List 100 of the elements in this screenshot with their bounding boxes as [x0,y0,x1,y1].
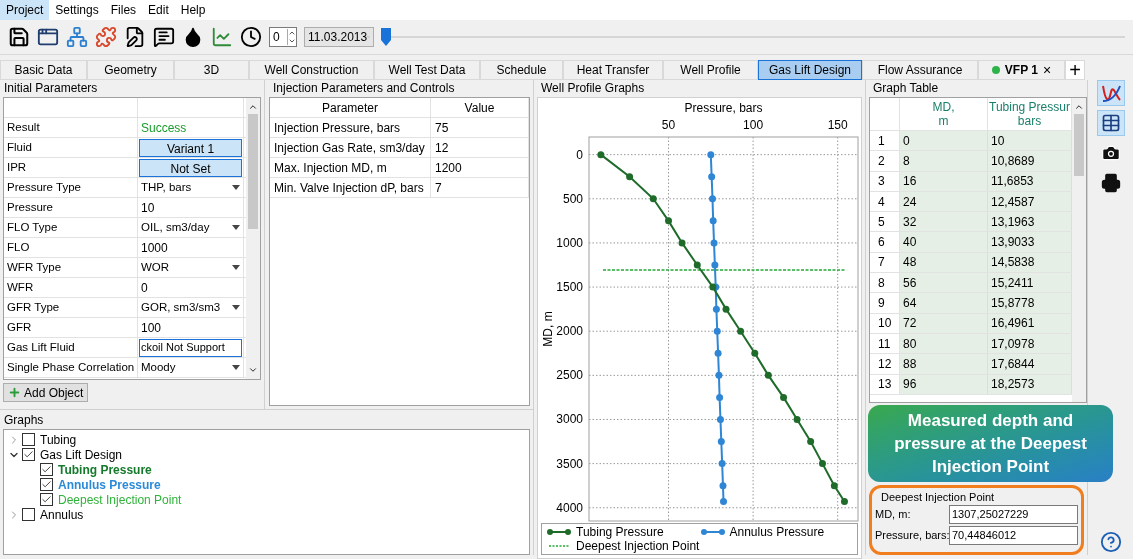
table-cell: 15,8778 [988,293,1072,313]
input-field[interactable]: ckoil Not Support [139,338,242,357]
table-cell: 13,1963 [988,212,1072,232]
table-cell: 40 [900,232,988,252]
value-cell-text: 1000 [140,239,169,257]
dropdown[interactable]: OIL, sm3/day [138,218,243,237]
menu-item[interactable]: Help [174,0,212,20]
axis-tick-label: 1000 [556,235,583,250]
add-object-button[interactable]: Add Object [3,383,89,402]
close-tab-button[interactable]: × [1042,63,1052,77]
value-cell-text: 100 [140,319,163,337]
column-header: MD, m [900,98,988,130]
table-cell: 15,2411 [988,273,1072,293]
tree-item[interactable]: Annulus [40,507,84,522]
tab[interactable]: Well Construction [249,60,374,80]
tree-item[interactable]: Tubing [40,432,77,447]
axis-tick-label: 150 [827,118,848,132]
column-header: Parameter [270,98,431,117]
tab[interactable]: Heat Transfer [563,60,663,80]
menu-item[interactable]: Edit [142,0,175,20]
row-label: GFR [4,318,138,337]
axis-tick-label: 0 [576,147,583,162]
date-dropdown[interactable]: 11.03.2013 [304,27,374,47]
row-label: WFR Type [4,258,138,277]
table-cell: 24 [900,191,988,212]
row-label: Result [4,118,138,137]
select-button[interactable]: Variant 1 [139,138,242,157]
axis-tick-label: 3500 [556,456,583,471]
field-label: MD, m: [875,507,912,523]
menu-item[interactable]: Settings [49,0,105,20]
row-label: Single Phase Correlation [4,358,138,377]
dropdown[interactable]: THP, bars [138,178,243,197]
table-cell: 7 [431,178,529,197]
menu-item[interactable]: Files [104,0,143,20]
axis-tick-label: 500 [562,191,583,206]
axis-tick-label: 50 [661,118,676,132]
tree-item[interactable]: Tubing Pressure [58,462,152,477]
axis-tick-label: 3000 [556,412,583,427]
tab[interactable]: Schedule [480,60,563,80]
panel-title: Well Profile Graphs [540,81,646,95]
panel-title: Injection Parameters and Controls [272,81,456,95]
row-label: WFR [4,278,138,297]
menu-item[interactable]: Project [0,0,50,20]
tab[interactable]: Basic Data [0,60,87,80]
table-cell: 13,9033 [988,232,1072,252]
input-field[interactable]: 70,44846012 [949,526,1078,545]
table-cell: Max. Injection MD, m [270,158,431,177]
table-cell: 32 [900,212,988,232]
table-cell: 10,8689 [988,151,1072,171]
axis-title: MD, m [541,311,555,347]
value-cell-text: 0 [140,279,149,297]
table-cell: 18,2573 [988,374,1072,394]
callout: Measured depth and pressure at the Deepest Injection Point [868,405,1113,482]
axis-tick-label: 2500 [556,368,583,383]
tab[interactable]: VFP 1 × [978,60,1065,80]
tab[interactable]: Well Profile [663,60,758,80]
add-tab-button[interactable]: + [1065,60,1085,80]
legend-label: Annulus Pressure [729,525,825,539]
table-cell: 96 [900,374,988,394]
table-cell: 56 [900,273,988,293]
tab[interactable]: 3D [174,60,249,80]
table-cell: 12 [431,138,529,157]
spin-box[interactable]: 0 [269,27,297,47]
group-title: Deepest Injection Point [880,490,996,504]
panel-title: Initial Parameters [3,81,99,95]
row-label: Fluid [4,138,138,157]
table-cell: 12,4587 [988,191,1072,212]
dropdown[interactable]: GOR, sm3/sm3 [138,298,243,317]
table-cell: 17,0978 [988,333,1072,354]
panel-title: Graph Table [872,81,940,95]
table-cell: 8 [900,151,988,171]
tab[interactable]: Well Test Data [374,60,480,80]
tab[interactable]: Gas Lift Design [758,60,862,80]
tab[interactable]: Flow Assurance [862,60,978,80]
tree-item[interactable]: Gas Lift Design [40,447,123,462]
table-cell: Min. Valve Injection dP, bars [270,178,431,197]
row-label: Gas Lift Fluid [4,338,138,357]
dropdown[interactable]: Moody [138,358,243,377]
table-cell: Injection Gas Rate, sm3/day [270,138,431,157]
dropdown[interactable]: WOR [138,258,243,277]
tab[interactable]: Geometry [87,60,174,80]
table-cell: 14,5838 [988,252,1072,273]
legend-label: Tubing Pressure [576,525,664,539]
table-cell: 11,6853 [988,171,1072,191]
legend-label: Deepest Injection Point [576,539,700,553]
row-label: IPR [4,158,138,177]
axis-tick-label: 2000 [556,324,583,339]
table-cell: 10 [988,131,1072,151]
row-label: Pressure [4,198,138,217]
table-cell: 75 [431,118,529,137]
row-label: GFR Type [4,298,138,317]
tree-item[interactable]: Annulus Pressure [58,477,161,492]
axis-tick-label: 1500 [556,280,583,295]
value-cell-text: 10 [140,199,156,217]
table-cell: 48 [900,252,988,273]
input-field[interactable]: 1307,25027229 [949,505,1078,524]
panel-title: Graphs [3,413,45,427]
table-cell: 16 [900,171,988,191]
table-cell: Injection Pressure, bars [270,118,431,137]
select-button[interactable]: Not Set [139,158,242,177]
